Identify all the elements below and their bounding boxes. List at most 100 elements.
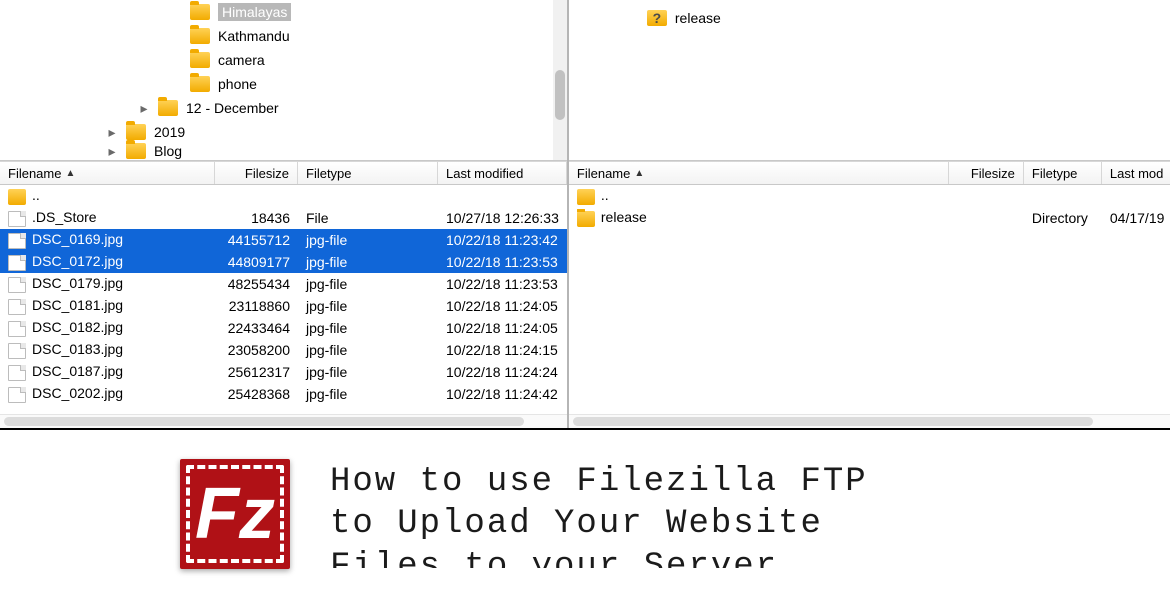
tree-item[interactable]: phone [0, 72, 567, 96]
expander-icon [170, 6, 182, 18]
file-type-cell: jpg-file [298, 298, 438, 314]
file-lastmod-cell: 10/22/18 11:24:24 [438, 364, 567, 380]
file-type-cell: jpg-file [298, 320, 438, 336]
file-row[interactable]: DSC_0183.jpg23058200jpg-file10/22/18 11:… [0, 339, 567, 361]
file-lastmod-cell: 10/22/18 11:24:05 [438, 320, 567, 336]
folder-icon [577, 211, 595, 227]
column-filename[interactable]: Filename ▲ [0, 162, 215, 184]
column-lastmod[interactable]: Last modified [438, 162, 567, 184]
file-name-label: DSC_0183.jpg [32, 341, 123, 357]
expander-icon[interactable]: ▸ [138, 102, 150, 114]
sort-asc-icon: ▲ [634, 168, 644, 179]
scrollbar-thumb[interactable] [573, 417, 1093, 426]
local-hscrollbar[interactable] [0, 414, 567, 428]
column-filetype[interactable]: Filetype [298, 162, 438, 184]
file-size-cell: 25612317 [215, 364, 298, 380]
local-file-list[interactable]: ...DS_Store18436File10/27/18 12:26:33DSC… [0, 185, 567, 414]
local-list-header[interactable]: Filename ▲ Filesize Filetype Last modifi… [0, 161, 567, 185]
remote-directory-tree[interactable]: ?release [569, 0, 1170, 161]
file-name-label: release [601, 209, 647, 225]
footer-line-2: to Upload Your Website [330, 503, 868, 546]
tree-item[interactable]: ▸12 - December [0, 96, 567, 120]
filezilla-logo-text: Fz [180, 459, 290, 569]
file-icon [8, 299, 26, 315]
remote-file-list[interactable]: ..releaseDirectory04/17/19 [569, 185, 1170, 414]
file-name-label: .. [32, 187, 40, 203]
file-row[interactable]: .DS_Store18436File10/27/18 12:26:33 [0, 207, 567, 229]
remote-pane: ?release Filename ▲ Filesize Filetype La… [569, 0, 1170, 428]
file-name-label: DSC_0179.jpg [32, 275, 123, 291]
file-type-cell: jpg-file [298, 364, 438, 380]
file-name-label: DSC_0181.jpg [32, 297, 123, 313]
tree-item[interactable]: Himalayas [0, 0, 567, 24]
file-size-cell: 48255434 [215, 276, 298, 292]
tree-item-label: camera [218, 52, 265, 68]
file-type-cell: jpg-file [298, 276, 438, 292]
file-size-cell: 23118860 [215, 298, 298, 314]
column-filesize[interactable]: Filesize [949, 162, 1024, 184]
column-filesize[interactable]: Filesize [215, 162, 298, 184]
file-type-cell: jpg-file [298, 254, 438, 270]
tree-item[interactable]: camera [0, 48, 567, 72]
footer-line-1: How to use Filezilla FTP [330, 461, 868, 504]
file-lastmod-cell: 10/22/18 11:23:53 [438, 276, 567, 292]
tree-item[interactable]: ▸2019 [0, 120, 567, 144]
file-size-cell: 23058200 [215, 342, 298, 358]
expander-icon[interactable]: ▸ [106, 126, 118, 138]
tree-item-label: phone [218, 76, 257, 92]
file-name-label: DSC_0202.jpg [32, 385, 123, 401]
file-row[interactable]: DSC_0172.jpg44809177jpg-file10/22/18 11:… [0, 251, 567, 273]
file-lastmod-cell: 10/27/18 12:26:33 [438, 210, 567, 226]
filezilla-logo: Fz [180, 459, 290, 569]
tree-item[interactable]: ?release [569, 6, 1170, 30]
file-icon [8, 321, 26, 337]
footer-banner: Fz How to use Filezilla FTP to Upload Yo… [0, 430, 1170, 598]
up-folder-icon [577, 189, 595, 205]
folder-icon [126, 143, 146, 159]
tree-item[interactable]: ▸ Blog [0, 144, 567, 158]
local-tree-scrollbar[interactable] [553, 0, 567, 160]
expander-icon [170, 78, 182, 90]
file-type-cell: File [298, 210, 438, 226]
file-icon [8, 387, 26, 403]
file-row[interactable]: DSC_0187.jpg25612317jpg-file10/22/18 11:… [0, 361, 567, 383]
file-row[interactable]: DSC_0181.jpg23118860jpg-file10/22/18 11:… [0, 295, 567, 317]
filezilla-window: HimalayasKathmandu camera phone ▸12 - Decem… [0, 0, 1170, 430]
file-row[interactable]: DSC_0169.jpg44155712jpg-file10/22/18 11:… [0, 229, 567, 251]
file-type-cell: jpg-file [298, 232, 438, 248]
footer-line-3: Files to your Server [330, 546, 868, 568]
file-name-label: DSC_0182.jpg [32, 319, 123, 335]
file-name-label: DSC_0172.jpg [32, 253, 123, 269]
column-filesize-label: Filesize [245, 166, 289, 181]
footer-title: How to use Filezilla FTP to Upload Your … [330, 461, 868, 568]
remote-hscrollbar[interactable] [569, 414, 1170, 428]
expander-icon[interactable]: ▸ [106, 145, 118, 157]
column-filetype[interactable]: Filetype [1024, 162, 1102, 184]
column-filename-label: Filename [8, 166, 61, 181]
local-directory-tree[interactable]: HimalayasKathmandu camera phone ▸12 - Decem… [0, 0, 567, 161]
file-row[interactable]: .. [569, 185, 1170, 207]
tree-item[interactable]: Kathmandu [0, 24, 567, 48]
unknown-folder-icon: ? [647, 10, 667, 26]
scrollbar-thumb[interactable] [555, 70, 565, 120]
remote-list-header[interactable]: Filename ▲ Filesize Filetype Last mod [569, 161, 1170, 185]
column-filesize-label: Filesize [971, 166, 1015, 181]
column-lastmod[interactable]: Last mod [1102, 162, 1170, 184]
file-name-label: DSC_0169.jpg [32, 231, 123, 247]
folder-icon [190, 52, 210, 68]
file-icon [8, 277, 26, 293]
tree-item-label: Blog [154, 143, 182, 159]
folder-icon [190, 76, 210, 92]
file-row[interactable]: DSC_0179.jpg 48255434jpg-file10/22/18 11:… [0, 273, 567, 295]
file-row[interactable]: DSC_0202.jpg25428368jpg-file10/22/18 11:… [0, 383, 567, 405]
file-row[interactable]: DSC_0182.jpg22433464jpg-file10/22/18 11:… [0, 317, 567, 339]
sort-asc-icon: ▲ [65, 168, 75, 179]
file-name-label: .DS_Store [32, 209, 97, 225]
scrollbar-thumb[interactable] [4, 417, 524, 426]
file-lastmod-cell: 10/22/18 11:23:42 [438, 232, 567, 248]
column-filename[interactable]: Filename ▲ [569, 162, 949, 184]
file-row[interactable]: releaseDirectory04/17/19 [569, 207, 1170, 229]
file-size-cell: 25428368 [215, 386, 298, 402]
file-row[interactable]: .. [0, 185, 567, 207]
file-lastmod-cell: 10/22/18 11:23:53 [438, 254, 567, 270]
